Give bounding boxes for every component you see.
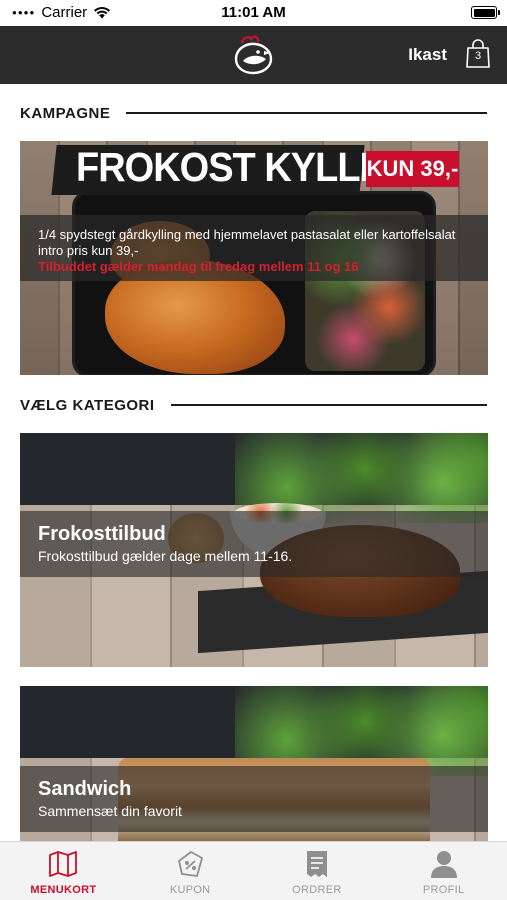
category-subtitle: Frokosttilbud gælder dage mellem 11-16. <box>38 548 293 564</box>
tab-label: MENUKORT <box>30 884 97 896</box>
category-text-overlay: Sandwich Sammensæt din favorit <box>20 766 488 832</box>
status-time: 11:01 AM <box>221 4 286 21</box>
tab-label: ORDRER <box>292 884 342 896</box>
campaign-section-header: KAMPAGNE <box>20 102 487 124</box>
tab-label: PROFIL <box>422 884 465 896</box>
category-section-header: VÆLG KATEGORI <box>20 394 487 416</box>
app-root: ●●●● Carrier 11:01 AM Ikast 3 KAMPAGNE F… <box>0 0 507 900</box>
store-location-label[interactable]: Ikast <box>408 45 447 65</box>
section-divider <box>170 404 487 406</box>
category-card-frokosttilbud[interactable]: Frokosttilbud Frokosttilbud gælder dage … <box>20 433 488 667</box>
category-text-overlay: Frokosttilbud Frokosttilbud gælder dage … <box>20 511 488 577</box>
tab-bar: MENUKORT KUPON ORDRER PROFIL <box>0 841 507 900</box>
receipt-icon <box>301 848 333 880</box>
campaign-card[interactable]: FROKOST KYLLING KUN 39,- 1/4 spydstegt g… <box>20 141 488 375</box>
campaign-section-title: KAMPAGNE <box>20 104 111 122</box>
section-divider <box>126 112 487 114</box>
navigation-bar: Ikast 3 <box>0 26 507 84</box>
person-icon <box>428 848 460 880</box>
campaign-offer-note: Tilbuddet gælder mandag til fredag melle… <box>38 259 359 274</box>
price-badge: KUN 39,- <box>366 151 459 187</box>
category-name: Sandwich <box>38 778 132 800</box>
menu-content[interactable]: KAMPAGNE FROKOST KYLLING KUN 39,- 1/4 sp… <box>0 84 507 841</box>
cart-count-badge: 3 <box>474 50 482 62</box>
coupon-icon <box>174 848 206 880</box>
tab-menukort[interactable]: MENUKORT <box>0 842 127 900</box>
category-subtitle: Sammensæt din favorit <box>38 803 182 819</box>
tab-label: KUPON <box>169 884 211 896</box>
campaign-text-overlay: 1/4 spydstegt gårdkylling med hjemmelave… <box>20 215 488 281</box>
category-section-title: VÆLG KATEGORI <box>20 396 155 414</box>
campaign-description: 1/4 spydstegt gårdkylling med hjemmelave… <box>38 227 456 258</box>
chicken-logo-icon[interactable] <box>228 33 278 77</box>
category-card-sandwich[interactable]: Sandwich Sammensæt din favorit <box>20 686 488 841</box>
tab-ordrer[interactable]: ORDRER <box>254 842 381 900</box>
category-name: Frokosttilbud <box>38 523 166 545</box>
tab-kupon[interactable]: KUPON <box>127 842 254 900</box>
tab-profil[interactable]: PROFIL <box>380 842 507 900</box>
status-bar: ●●●● Carrier 11:01 AM <box>0 0 507 26</box>
map-icon <box>47 848 79 880</box>
battery-icon <box>471 6 500 19</box>
